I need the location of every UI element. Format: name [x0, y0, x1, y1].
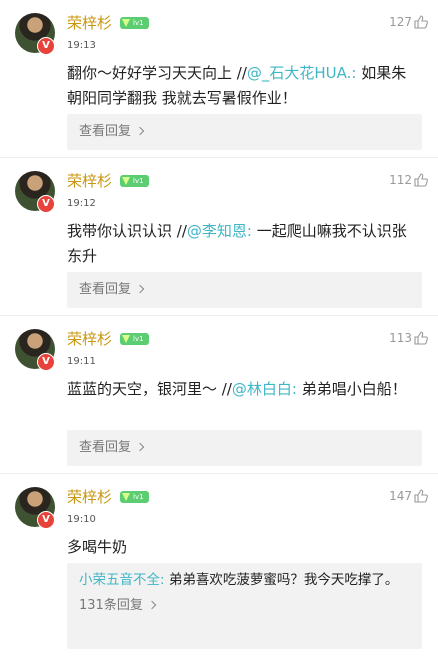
diamond-icon — [122, 19, 130, 27]
like-count: 112 — [389, 173, 412, 187]
chevron-right-icon — [135, 126, 145, 136]
sub-reply-author[interactable]: 小荣五音不全: — [79, 572, 165, 588]
timestamp: 19:13 — [67, 40, 96, 51]
view-replies-button[interactable]: 查看回复 — [67, 114, 422, 150]
like-button[interactable]: 127 — [389, 15, 428, 29]
like-button[interactable]: 147 — [389, 489, 428, 503]
diamond-icon — [122, 177, 130, 185]
verified-v-icon: V — [37, 195, 55, 213]
like-button[interactable]: 112 — [389, 173, 428, 187]
like-button[interactable]: 113 — [389, 331, 428, 345]
level-badge: lv1 — [120, 491, 149, 503]
like-count: 127 — [389, 15, 412, 29]
like-count: 147 — [389, 489, 412, 503]
level-badge: lv1 — [120, 175, 149, 187]
comment-text: 蓝蓝的天空，银河里～ //@林白白: 弟弟唱小白船！ — [67, 380, 407, 398]
username[interactable]: 荣梓杉 — [67, 329, 112, 349]
mention-link[interactable]: @林白白: — [232, 380, 297, 398]
thumbs-up-icon — [414, 331, 428, 345]
comment-item: V 荣梓杉 lv1 19:11 113 蓝蓝的天空，银河里～ //@林白白: 弟… — [0, 316, 438, 474]
username[interactable]: 荣梓杉 — [67, 487, 112, 507]
sub-reply-box[interactable]: 小荣五音不全: 弟弟喜欢吃菠萝蜜吗？我今天吃撑了。 131条回复 — [67, 563, 422, 649]
mention-link[interactable]: @_石大花HUA.: — [247, 64, 357, 82]
comment-text: 我带你认识认识 //@李知恩: 一起爬山嘛我不认识张东升 — [67, 222, 407, 265]
like-count: 113 — [389, 331, 412, 345]
username[interactable]: 荣梓杉 — [67, 171, 112, 191]
mention-link[interactable]: @李知恩: — [187, 222, 252, 240]
view-replies-button[interactable]: 查看回复 — [67, 430, 422, 466]
verified-v-icon: V — [37, 511, 55, 529]
verified-v-icon: V — [37, 353, 55, 371]
thumbs-up-icon — [414, 489, 428, 503]
timestamp: 19:11 — [67, 356, 96, 367]
timestamp: 19:12 — [67, 198, 96, 209]
comment-item: V 荣梓杉 lv1 19:10 147 多喝牛奶 小荣五音不全: 弟弟喜欢吃菠萝… — [0, 474, 438, 671]
chevron-right-icon — [135, 442, 145, 452]
diamond-icon — [122, 493, 130, 501]
chevron-right-icon — [147, 600, 157, 610]
diamond-icon — [122, 335, 130, 343]
comment-text: 多喝牛奶 — [67, 538, 128, 556]
chevron-right-icon — [135, 284, 145, 294]
level-badge: lv1 — [120, 333, 149, 345]
thumbs-up-icon — [414, 15, 428, 29]
verified-v-icon: V — [37, 37, 55, 55]
username[interactable]: 荣梓杉 — [67, 13, 112, 33]
sub-reply-text: 小荣五音不全: 弟弟喜欢吃菠萝蜜吗？我今天吃撑了。 — [79, 572, 399, 588]
reply-count-link[interactable]: 131条回复 — [79, 595, 410, 617]
level-badge: lv1 — [120, 17, 149, 29]
comment-item: V 荣梓杉 lv1 19:12 112 我带你认识认识 //@李知恩: 一起爬山… — [0, 158, 438, 316]
comment-item: V 荣梓杉 lv1 19:13 127 翻你～好好学习天天向上 //@_石大花H… — [0, 0, 438, 158]
view-replies-button[interactable]: 查看回复 — [67, 272, 422, 308]
thumbs-up-icon — [414, 173, 428, 187]
timestamp: 19:10 — [67, 514, 96, 525]
comment-text: 翻你～好好学习天天向上 //@_石大花HUA.: 如果朱朝阳同学翻我 我就去写暑… — [67, 64, 407, 107]
